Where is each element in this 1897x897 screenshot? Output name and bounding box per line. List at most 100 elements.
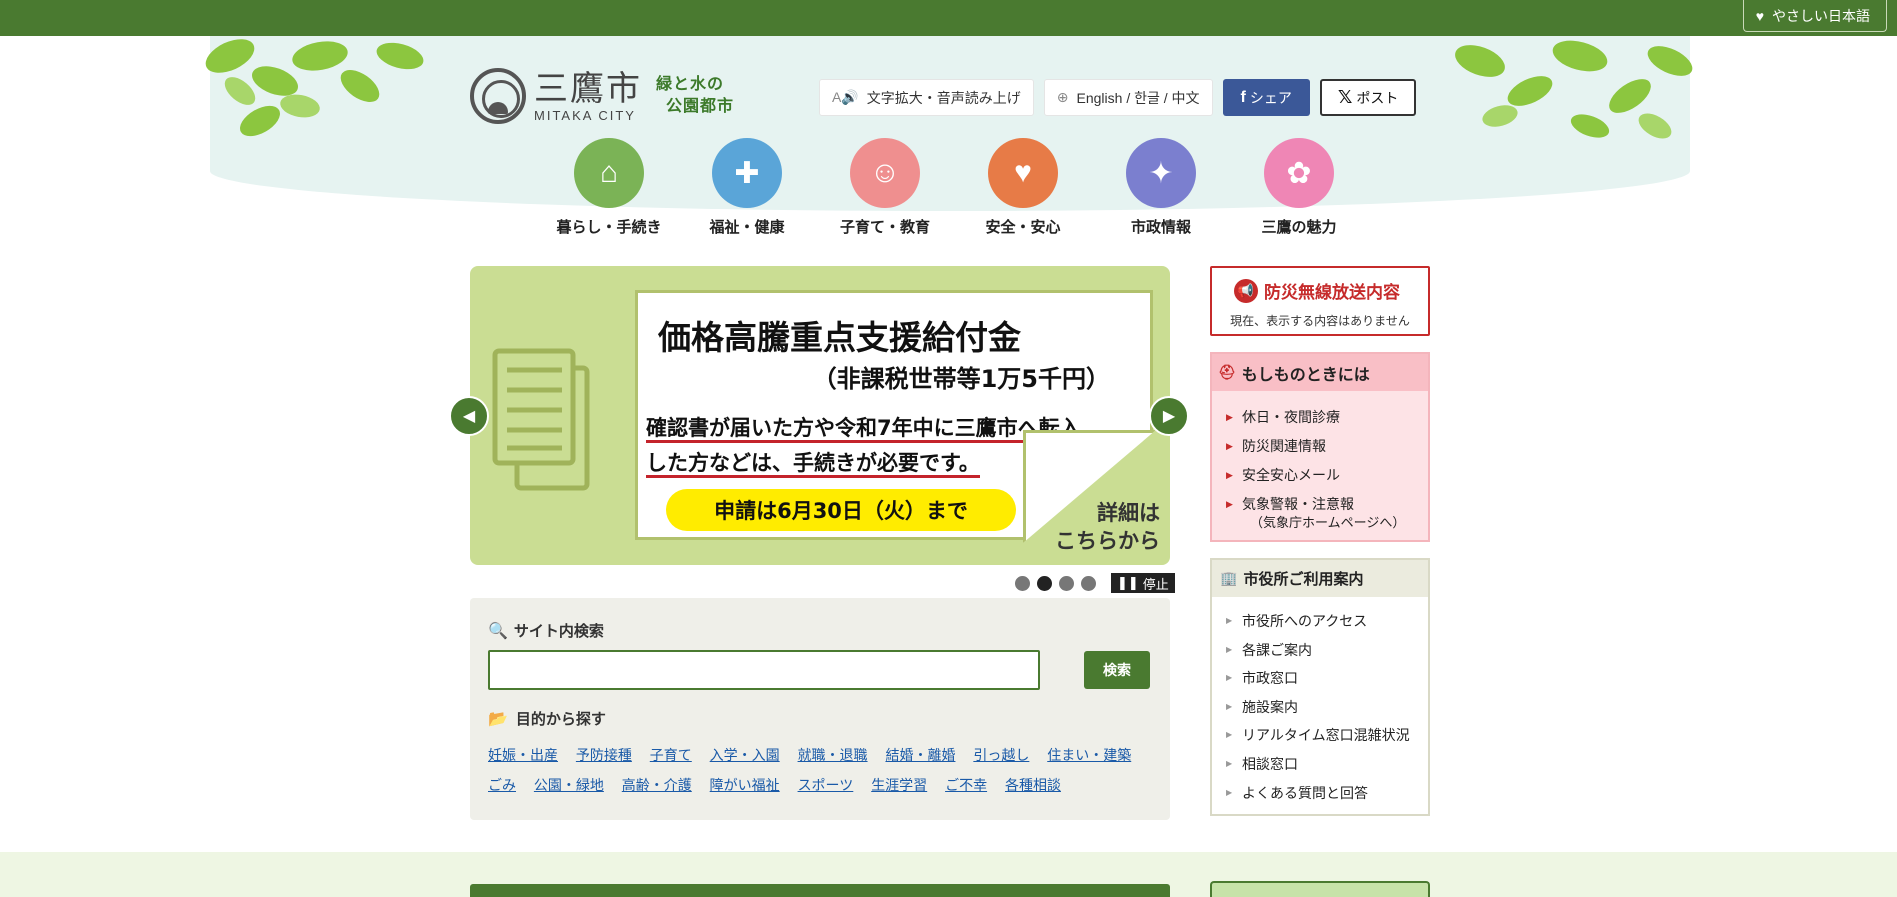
purpose-link[interactable]: 妊娠・出産 — [488, 747, 558, 763]
facebook-share-button[interactable]: f シェア — [1222, 79, 1310, 116]
emergency-item[interactable]: 防災関連情報 — [1226, 432, 1428, 461]
guide-heading-label: 市役所ご利用案内 — [1243, 571, 1364, 588]
folder-icon: 📂 — [488, 710, 508, 728]
guide-item[interactable]: リアルタイム窓口混雑状況 — [1226, 721, 1428, 750]
disaster-broadcast-box[interactable]: 📢 防災無線放送内容 現在、表示する内容はありません — [1210, 266, 1430, 336]
gnav-item-city-info[interactable]: ✦ 市政情報 — [1092, 138, 1230, 237]
gnav-label: 暮らし・手続き — [556, 219, 662, 236]
header-tools: A🔊 文字拡大・音声読み上げ ⊕ English / 한글 / 中文 f シェア… — [819, 79, 1417, 116]
purpose-link[interactable]: 障がい福祉 — [710, 777, 780, 793]
logo-kanji: 三鷹市 — [534, 68, 642, 109]
globe-icon: ⊕ — [1056, 89, 1069, 105]
easy-japanese-button[interactable]: ♥ やさしい日本語 — [1742, 0, 1887, 32]
search-input[interactable] — [488, 650, 1040, 690]
slider-next-button[interactable]: ▶ — [1149, 396, 1189, 436]
leaves-decoration-left — [205, 39, 424, 137]
gnav-item-attractions[interactable]: ✿ 三鷹の魅力 — [1230, 138, 1368, 237]
slider-stop-label: 停止 — [1142, 576, 1169, 592]
emergency-box: ⛑ もしものときには 休日・夜間診療 防災関連情報 安全安心メール 気象警報・注… — [1210, 352, 1430, 542]
house-icon: ⌂ — [574, 138, 644, 208]
purpose-link[interactable]: 予防接種 — [576, 747, 632, 763]
emergency-item[interactable]: 安全安心メール — [1226, 461, 1428, 490]
gnav-label: 安全・安心 — [985, 219, 1061, 236]
slide-note-line-1: 確認書が届いた方や令和7年中に三鷹市へ転入 — [646, 416, 1081, 443]
slider-prev-button[interactable]: ◀ — [449, 396, 489, 436]
guide-item[interactable]: 市政窓口 — [1226, 664, 1428, 693]
search-icon: 🔍 — [488, 622, 508, 640]
bottom-right-card — [1210, 881, 1430, 897]
slide-detail-line-1: 詳細は — [1097, 501, 1160, 525]
guide-item-label: 市政窓口 — [1242, 670, 1298, 687]
slider-dot[interactable] — [1081, 575, 1096, 591]
emergency-item-sub: （気象庁ホームページへ） — [1250, 515, 1406, 530]
purpose-link[interactable]: 公園・緑地 — [534, 777, 604, 793]
megaphone-icon: 📢 — [1234, 278, 1258, 303]
emergency-item-label: 休日・夜間診療 — [1242, 409, 1340, 425]
language-label: English / 한글 / 中文 — [1076, 89, 1200, 106]
purpose-link[interactable]: 各種相談 — [1005, 777, 1061, 793]
guide-item[interactable]: 施設案内 — [1226, 693, 1428, 722]
emergency-item[interactable]: 気象警報・注意報 （気象庁ホームページへ） — [1226, 490, 1428, 531]
purpose-link[interactable]: 入学・入園 — [710, 747, 780, 763]
gnav-item-living[interactable]: ⌂ 暮らし・手続き — [540, 138, 678, 237]
gnav-item-safety[interactable]: ♥ 安全・安心 — [954, 138, 1092, 237]
disaster-broadcast-label: 防災無線放送内容 — [1264, 283, 1400, 302]
text-speech-icon: A🔊 — [832, 89, 859, 105]
purpose-link[interactable]: 住まい・建築 — [1047, 747, 1131, 763]
gnav-item-welfare[interactable]: ✚ 福祉・健康 — [678, 138, 816, 237]
facebook-icon: f — [1240, 88, 1246, 106]
guide-item[interactable]: 各課ご案内 — [1226, 636, 1428, 665]
text-size-speech-button[interactable]: A🔊 文字拡大・音声読み上げ — [819, 79, 1034, 116]
slide-subtitle: （非課税世帯等1万5千円） — [812, 365, 1110, 393]
purpose-heading: 📂 目的から探す — [488, 708, 606, 729]
slide-detail: 詳細は こちらから — [1055, 499, 1160, 555]
search-heading: 🔍 サイト内検索 — [488, 620, 604, 641]
slider-dot[interactable] — [1059, 575, 1074, 591]
helmet-icon: ⛑ — [1218, 364, 1236, 380]
purpose-links: 妊娠・出産 予防接種 子育て 入学・入園 就職・退職 結婚・離婚 引っ越し 住ま… — [488, 740, 1158, 800]
main-slider[interactable]: 価格高騰重点支援給付金 （非課税世帯等1万5千円） 確認書が届いた方や令和7年中… — [470, 266, 1170, 565]
purpose-link[interactable]: 就職・退職 — [798, 747, 868, 763]
purpose-link[interactable]: 高齢・介護 — [622, 777, 692, 793]
purpose-link[interactable]: ご不幸 — [945, 777, 987, 793]
search-heading-label: サイト内検索 — [513, 623, 604, 640]
gnav-label: 市政情報 — [1130, 219, 1191, 236]
guide-item[interactable]: 市役所へのアクセス — [1226, 607, 1428, 636]
guide-item-label: 相談窓口 — [1242, 755, 1298, 772]
baby-icon: ☺ — [850, 138, 920, 208]
logo-text: 三鷹市 MITAKA CITY — [534, 70, 642, 123]
slider-dot-active[interactable] — [1037, 575, 1052, 591]
guide-item[interactable]: 相談窓口 — [1226, 750, 1428, 779]
x-icon: 𝕏 — [1337, 87, 1353, 107]
text-size-label: 文字拡大・音声読み上げ — [866, 89, 1021, 106]
slogan-line-1: 緑と水の — [656, 76, 725, 93]
purpose-link[interactable]: 生涯学習 — [871, 777, 927, 793]
purpose-heading-label: 目的から探す — [515, 711, 606, 728]
guide-item[interactable]: よくある質問と回答 — [1226, 779, 1428, 808]
x-post-button[interactable]: 𝕏 ポスト — [1319, 79, 1417, 116]
chevron-left-icon: ◀ — [462, 408, 476, 425]
emergency-item[interactable]: 休日・夜間診療 — [1226, 403, 1428, 432]
slider-dot[interactable] — [1015, 575, 1030, 591]
disaster-broadcast-message: 現在、表示する内容はありません — [1230, 314, 1410, 328]
guide-item-label: 施設案内 — [1242, 698, 1298, 715]
guide-item-label: 各課ご案内 — [1242, 641, 1312, 658]
doctor-icon: ✚ — [712, 138, 782, 208]
emergency-list: 休日・夜間診療 防災関連情報 安全安心メール 気象警報・注意報 （気象庁ホームペ… — [1212, 391, 1428, 531]
gnav-label: 福祉・健康 — [709, 219, 785, 236]
slider-stop-button[interactable]: ❚❚ 停止 — [1111, 573, 1175, 593]
slider-pagination: ❚❚ 停止 — [1015, 573, 1175, 593]
purpose-link[interactable]: 引っ越し — [973, 747, 1029, 763]
language-button[interactable]: ⊕ English / 한글 / 中文 — [1043, 79, 1213, 116]
easy-japanese-label: やさしい日本語 — [1772, 7, 1870, 24]
emergency-heading-label: もしものときには — [1241, 366, 1370, 384]
city-hall-guide-box: 🏢 市役所ご利用案内 市役所へのアクセス 各課ご案内 市政窓口 施設案内 リアル… — [1210, 558, 1430, 816]
gnav-item-childcare[interactable]: ☺ 子育て・教育 — [816, 138, 954, 237]
purpose-link[interactable]: ごみ — [488, 777, 516, 793]
purpose-link[interactable]: 結婚・離婚 — [885, 747, 955, 763]
purpose-link[interactable]: スポーツ — [798, 777, 854, 793]
site-logo[interactable]: 三鷹市 MITAKA CITY 緑と水の 公園都市 — [470, 66, 734, 126]
purpose-link[interactable]: 子育て — [650, 747, 692, 763]
search-button[interactable]: 検索 — [1084, 651, 1150, 689]
disaster-broadcast-title: 📢 防災無線放送内容 — [1234, 278, 1400, 303]
